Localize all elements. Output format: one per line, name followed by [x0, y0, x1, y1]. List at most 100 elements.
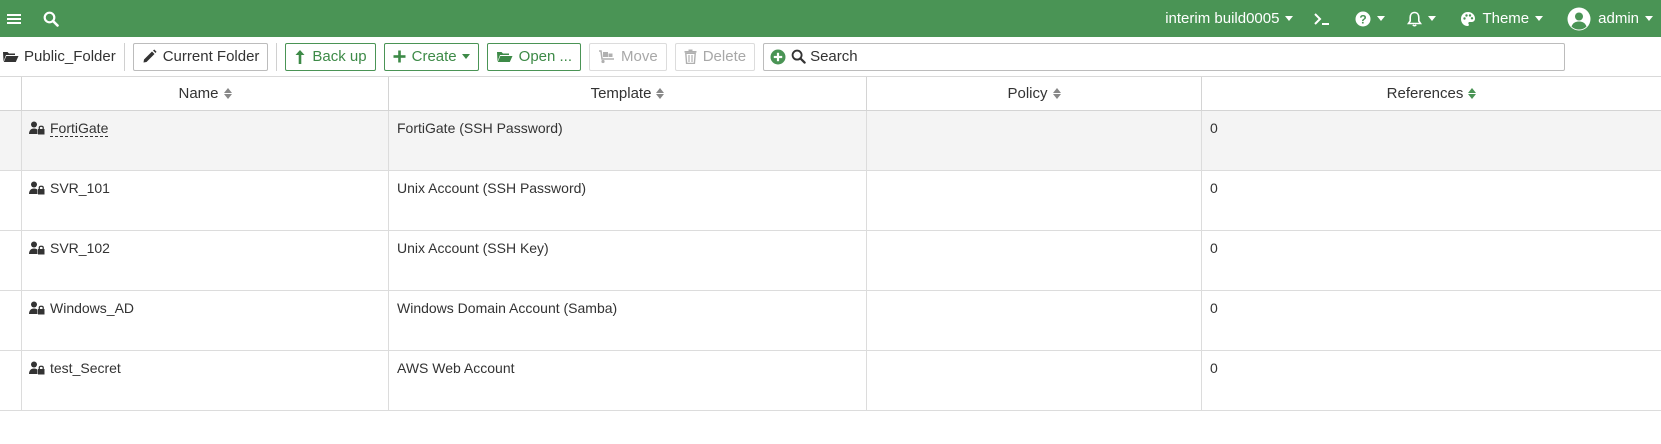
references-cell: 0 [1210, 120, 1218, 136]
user-lock-icon [29, 241, 45, 258]
policy-cell [867, 351, 1202, 410]
toolbar: Public_Folder Current Folder Back up Cre… [0, 37, 1661, 77]
terminal-icon[interactable] [1313, 0, 1331, 37]
back-up-button[interactable]: Back up [285, 42, 376, 71]
user-lock-icon [29, 181, 45, 198]
sort-icon [223, 88, 232, 99]
column-header-policy[interactable]: Policy [867, 77, 1202, 110]
theme-dropdown[interactable]: Theme [1460, 0, 1544, 37]
row-select-cell[interactable] [0, 171, 22, 230]
row-select-cell[interactable] [0, 231, 22, 290]
row-select-cell[interactable] [0, 351, 22, 410]
name-cell: SVR_102 [22, 231, 389, 290]
template-cell: Unix Account (SSH Key) [389, 231, 867, 290]
name-cell: test_Secret [22, 351, 389, 410]
breadcrumb[interactable]: Public_Folder [2, 43, 116, 71]
search-icon[interactable] [38, 0, 63, 37]
delete-button[interactable]: Delete [674, 42, 756, 71]
column-header-template[interactable]: Template [389, 77, 867, 110]
secret-name-link[interactable]: SVR_101 [50, 180, 110, 196]
level-up-icon [294, 49, 306, 65]
palette-icon [1461, 11, 1476, 26]
user-label: admin [1598, 10, 1639, 27]
table-row[interactable]: FortiGate FortiGate (SSH Password) 0 [0, 111, 1661, 171]
policy-cell [867, 111, 1202, 170]
divider [276, 42, 278, 71]
build-label: interim build0005 [1165, 10, 1280, 27]
table-row[interactable]: Windows_AD Windows Domain Account (Samba… [0, 291, 1661, 351]
folder-open-icon [3, 52, 19, 62]
secret-name-link[interactable]: FortiGate [50, 120, 109, 137]
column-header-label: Template [590, 85, 652, 102]
hamburger-icon[interactable] [1, 0, 26, 37]
add-filter-icon[interactable] [770, 49, 786, 65]
secret-name-link[interactable]: test_Secret [50, 360, 121, 376]
breadcrumb-label: Public_Folder [24, 48, 116, 65]
question-circle-icon: ? [1355, 11, 1371, 26]
table-row[interactable]: SVR_102 Unix Account (SSH Key) 0 [0, 231, 1661, 291]
column-header-references[interactable]: References [1202, 77, 1661, 110]
current-folder-button[interactable]: Current Folder [132, 42, 269, 71]
secret-name-link[interactable]: SVR_102 [50, 240, 110, 256]
theme-label: Theme [1482, 10, 1530, 27]
row-select-cell[interactable] [0, 111, 22, 170]
open-label: Open ... [518, 48, 573, 65]
user-lock-icon [29, 361, 45, 378]
table-header: Name Template Policy References [0, 77, 1661, 111]
template-cell: FortiGate (SSH Password) [389, 111, 867, 170]
template-cell: Windows Domain Account (Samba) [389, 291, 867, 350]
template-cell: Unix Account (SSH Password) [389, 171, 867, 230]
sort-icon [1052, 88, 1061, 99]
name-cell: SVR_101 [22, 171, 389, 230]
notifications-dropdown[interactable] [1407, 0, 1437, 37]
chevron-down-icon [461, 54, 470, 59]
top-navigation-bar: interim build0005 ? Theme admin [0, 0, 1661, 37]
sort-icon [656, 88, 665, 99]
search-box[interactable] [763, 42, 1565, 71]
create-button[interactable]: Create [383, 42, 479, 71]
secret-name-link[interactable]: Windows_AD [50, 300, 134, 316]
row-select-cell[interactable] [0, 291, 22, 350]
delete-label: Delete [702, 48, 747, 65]
column-header-label: References [1386, 85, 1464, 102]
open-button[interactable]: Open ... [486, 42, 582, 71]
table-row[interactable]: SVR_101 Unix Account (SSH Password) 0 [0, 171, 1661, 231]
user-avatar-icon [1567, 7, 1591, 30]
template-cell: AWS Web Account [389, 351, 867, 410]
policy-cell [867, 291, 1202, 350]
select-column-header[interactable] [0, 77, 22, 110]
references-cell: 0 [1210, 180, 1218, 196]
column-header-label: Name [178, 85, 219, 102]
search-input[interactable] [810, 48, 1558, 65]
user-lock-icon [29, 301, 45, 318]
column-header-label: Policy [1007, 85, 1048, 102]
column-header-name[interactable]: Name [22, 77, 389, 110]
secrets-table: Name Template Policy References FortiGat… [0, 77, 1661, 411]
build-dropdown[interactable]: interim build0005 [1165, 0, 1294, 37]
bell-icon [1407, 11, 1423, 27]
back-up-label: Back up [312, 48, 367, 65]
divider [123, 42, 125, 71]
move-button[interactable]: Move [589, 42, 667, 71]
search-icon [791, 49, 806, 64]
policy-cell [867, 231, 1202, 290]
folder-open-icon [496, 50, 513, 63]
dolly-icon [598, 49, 615, 64]
sort-icon [1468, 88, 1477, 99]
references-cell: 0 [1210, 240, 1218, 256]
references-cell: 0 [1210, 300, 1218, 316]
pencil-icon [142, 49, 157, 64]
name-cell: Windows_AD [22, 291, 389, 350]
svg-text:?: ? [1360, 12, 1367, 26]
user-lock-icon [29, 121, 45, 138]
references-cell: 0 [1210, 360, 1218, 376]
policy-cell [867, 171, 1202, 230]
create-label: Create [411, 48, 457, 65]
user-dropdown[interactable]: admin [1567, 0, 1653, 37]
move-label: Move [621, 48, 658, 65]
plus-icon [393, 50, 406, 63]
trash-icon [684, 49, 697, 64]
help-dropdown[interactable]: ? [1355, 0, 1386, 37]
current-folder-label: Current Folder [162, 48, 260, 65]
table-row[interactable]: test_Secret AWS Web Account 0 [0, 351, 1661, 411]
